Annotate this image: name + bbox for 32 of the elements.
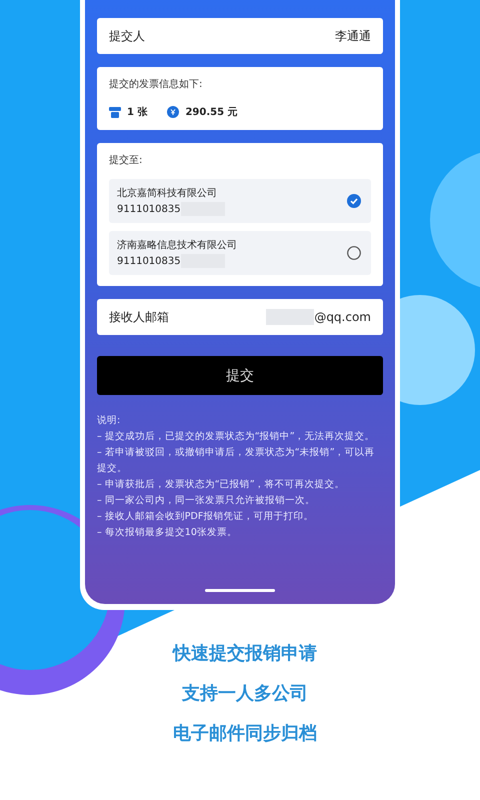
submit-to-title: 提交至:: [109, 154, 144, 167]
email-label: 接收人邮箱: [109, 308, 169, 326]
email-field[interactable]: 接收人邮箱 @qq.com: [97, 299, 383, 335]
submitter-name: 李通通: [335, 28, 371, 44]
note-text: – 申请获批后，发票状态为“已报销”，将不可再次提交。: [97, 478, 346, 492]
note-text: – 接收人邮箱会收到PDF报销凭证，可用于打印。: [97, 510, 314, 524]
radio-button[interactable]: [347, 194, 361, 208]
redacted-block: [266, 309, 314, 325]
email-value: @qq.com: [314, 310, 371, 324]
note-text: – 若申请被驳回，或撤销申请后，发票状态为“未报销”，可以再提交。: [97, 446, 376, 476]
company-option[interactable]: 北京嘉简科技有限公司 9111010835: [109, 179, 371, 223]
invoice-amount: 290.55 元: [185, 106, 238, 119]
tagline: 支持一人多公司: [182, 682, 308, 706]
company-option[interactable]: 济南嘉略信息技术有限公司 9111010835: [109, 231, 371, 275]
submitter-label: 提交人: [109, 28, 145, 44]
company-name: 北京嘉简科技有限公司: [117, 186, 218, 200]
home-indicator: [205, 589, 275, 592]
company-name: 济南嘉略信息技术有限公司: [117, 238, 237, 252]
tagline: 快速提交报销申请: [173, 642, 317, 666]
note-text: – 每次报销最多提交10张发票。: [97, 526, 238, 540]
invoice-count: 1 张: [127, 106, 148, 119]
coin-icon: [167, 106, 180, 118]
submit-button[interactable]: 提交: [97, 356, 383, 395]
tax-id: 9111010835: [117, 256, 181, 266]
notes-title: 说明:: [97, 414, 122, 428]
tax-id: 9111010835: [117, 204, 181, 214]
invoice-title: 提交的发票信息如下:: [109, 78, 204, 91]
ticket-icon: [109, 106, 121, 118]
tagline: 电子邮件同步归档: [173, 722, 317, 746]
radio-button[interactable]: [347, 246, 361, 260]
note-text: – 同一家公司内，同一张发票只允许被报销一次。: [97, 494, 316, 508]
note-text: – 提交成功后，已提交的发票状态为“报销中”，无法再次提交。: [97, 430, 376, 444]
